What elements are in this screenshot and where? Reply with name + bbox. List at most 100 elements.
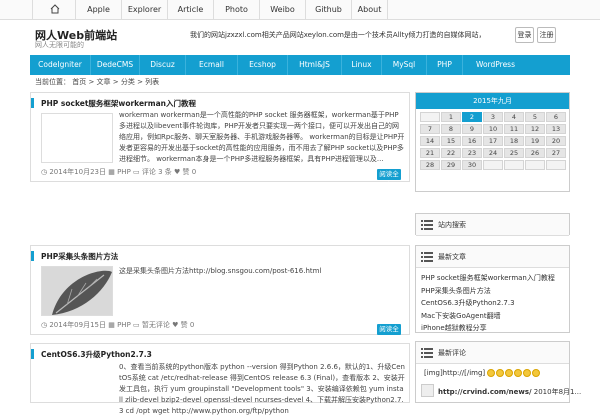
- recent-posts-list: PHP socket服务框架workerman入门教程 PHP采集头条图片方法 …: [421, 272, 555, 335]
- nav-github[interactable]: Github: [306, 0, 352, 20]
- calendar-day[interactable]: 13: [546, 124, 566, 134]
- register-button[interactable]: 注册: [537, 27, 556, 43]
- comment-icon: ▭: [133, 321, 140, 329]
- category-ecmall[interactable]: Ecmall: [186, 55, 238, 75]
- calendar-day[interactable]: 27: [546, 148, 566, 158]
- calendar-day[interactable]: 29: [441, 160, 461, 170]
- comment-item[interactable]: http://crvind.com/news/ 2010年8月1...: [438, 387, 581, 397]
- category-bar: CodeIgniter DedeCMS Discuz Ecmall Ecshop…: [30, 55, 570, 75]
- read-more-button[interactable]: 阅读全文: [377, 169, 401, 189]
- calendar-day[interactable]: 18: [504, 136, 524, 146]
- category-htmljs[interactable]: Html&JS: [288, 55, 342, 75]
- calendar-day[interactable]: 28: [420, 160, 440, 170]
- post-thumbnail[interactable]: [41, 113, 113, 163]
- category-linux[interactable]: Linux: [342, 55, 382, 75]
- calendar-day[interactable]: 17: [483, 136, 503, 146]
- post-likes: 赞 0: [182, 168, 197, 176]
- category-discuz[interactable]: Discuz: [140, 55, 186, 75]
- category-icon: ▦: [108, 168, 115, 176]
- nav-weibo[interactable]: Weibo: [260, 0, 306, 20]
- calendar-day[interactable]: 15: [441, 136, 461, 146]
- calendar-blank: [420, 112, 440, 122]
- top-navigation: Apple Explorer Article Photo Weibo Githu…: [0, 0, 600, 20]
- calendar-blank: [504, 160, 524, 170]
- login-button[interactable]: 登录: [515, 27, 534, 43]
- leaf-image: [42, 267, 112, 315]
- calendar-day[interactable]: 9: [462, 124, 482, 134]
- widget-title: 最新评论: [438, 349, 466, 357]
- search-widget: 站内搜索: [415, 213, 570, 236]
- read-more-button[interactable]: 阅读全文: [377, 324, 401, 344]
- category-dedecms[interactable]: DedeCMS: [91, 55, 140, 75]
- recent-comments-widget: 最新评论 [img]http://[/img] http://crvind.co…: [415, 341, 581, 403]
- category-icon: ▦: [108, 321, 115, 329]
- post-category[interactable]: PHP: [117, 321, 131, 329]
- post-title[interactable]: CentOS6.3升级Python2.7.3: [41, 349, 152, 360]
- calendar-day[interactable]: 25: [504, 148, 524, 158]
- widget-header: 最新文章: [416, 246, 569, 268]
- category-wordpress[interactable]: WordPress: [463, 55, 528, 75]
- calendar-blank: [525, 160, 545, 170]
- nav-photo[interactable]: Photo: [214, 0, 260, 20]
- category-codeigniter[interactable]: CodeIgniter: [30, 55, 91, 75]
- post-title[interactable]: PHP socket服务框架workerman入门教程: [41, 98, 196, 109]
- post-excerpt: 0、查看当前系统的python版本 python --version 得到Pyt…: [119, 363, 405, 415]
- calendar-day[interactable]: 14: [420, 136, 440, 146]
- calendar-day[interactable]: 3: [483, 112, 503, 122]
- calendar-day[interactable]: 20: [546, 136, 566, 146]
- calendar-day[interactable]: 1: [441, 112, 461, 122]
- calendar-day[interactable]: 26: [525, 148, 545, 158]
- recent-post-link[interactable]: PHP采集头条图片方法: [421, 285, 555, 298]
- post-thumbnail[interactable]: [41, 266, 113, 316]
- recent-post-link[interactable]: PHP socket服务框架workerman入门教程: [421, 272, 555, 285]
- calendar-day[interactable]: 8: [441, 124, 461, 134]
- post-meta: ◷ 2014年09月15日 ▦ PHP ▭ 暂无评论 ♥ 赞 0: [41, 320, 194, 330]
- calendar-day[interactable]: 23: [462, 148, 482, 158]
- calendar-day[interactable]: 30: [462, 160, 482, 170]
- calendar-day[interactable]: 2: [462, 112, 482, 122]
- recent-post-link[interactable]: CentOS6.3升级Python2.7.3: [421, 297, 555, 310]
- calendar-day[interactable]: 21: [420, 148, 440, 158]
- post-comments[interactable]: 暂无评论: [142, 321, 170, 329]
- comment-icon: ▭: [133, 168, 140, 176]
- nav-about[interactable]: About: [352, 0, 388, 20]
- category-ecshop[interactable]: Ecshop: [238, 55, 288, 75]
- post-comments[interactable]: 评论 3 条: [142, 168, 172, 176]
- comment-item[interactable]: [img]http://[/img]: [424, 369, 541, 377]
- post-date: 2014年10月23日: [49, 168, 106, 176]
- calendar-blank: [483, 160, 503, 170]
- calendar-day[interactable]: 12: [525, 124, 545, 134]
- calendar-day[interactable]: 16: [462, 136, 482, 146]
- calendar-day[interactable]: 11: [504, 124, 524, 134]
- calendar-day[interactable]: 10: [483, 124, 503, 134]
- like-icon: ♥: [172, 321, 179, 329]
- nav-explorer[interactable]: Explorer: [122, 0, 168, 20]
- calendar-day[interactable]: 22: [441, 148, 461, 158]
- like-icon: ♥: [174, 168, 181, 176]
- smiley-icon: [532, 369, 541, 377]
- calendar-day[interactable]: 5: [525, 112, 545, 122]
- comment-text: [img]http://[/img]: [424, 369, 486, 377]
- comment-link[interactable]: http://crvind.com/news/: [438, 388, 532, 396]
- calendar-day[interactable]: 4: [504, 112, 524, 122]
- post-category[interactable]: PHP: [117, 168, 131, 176]
- smiley-icon: [505, 369, 514, 377]
- widget-header: 最新评论: [416, 342, 569, 364]
- category-mysql[interactable]: MySql: [382, 55, 427, 75]
- category-php[interactable]: PHP: [427, 55, 463, 75]
- recent-post-link[interactable]: Mac下安装GoAgent翻墙: [421, 310, 555, 323]
- calendar-title: 2015年九月: [416, 93, 569, 109]
- nav-apple[interactable]: Apple: [76, 0, 122, 20]
- recent-post-link[interactable]: iPhone越狱教程分享: [421, 322, 555, 335]
- recent-posts-widget: 最新文章 PHP socket服务框架workerman入门教程 PHP采集头条…: [415, 245, 570, 333]
- home-icon: [50, 4, 60, 14]
- calendar-day[interactable]: 7: [420, 124, 440, 134]
- calendar-widget: 2015年九月 1 2 3 4 5 6 7 8 9 10 11 12 13 14 15 16 17 1…: [415, 92, 570, 192]
- calendar-day[interactable]: 6: [546, 112, 566, 122]
- calendar-day[interactable]: 24: [483, 148, 503, 158]
- smiley-icon: [523, 369, 532, 377]
- nav-article[interactable]: Article: [168, 0, 214, 20]
- post-title[interactable]: PHP采集头条图片方法: [41, 251, 118, 262]
- home-link[interactable]: [32, 0, 76, 20]
- calendar-day[interactable]: 19: [525, 136, 545, 146]
